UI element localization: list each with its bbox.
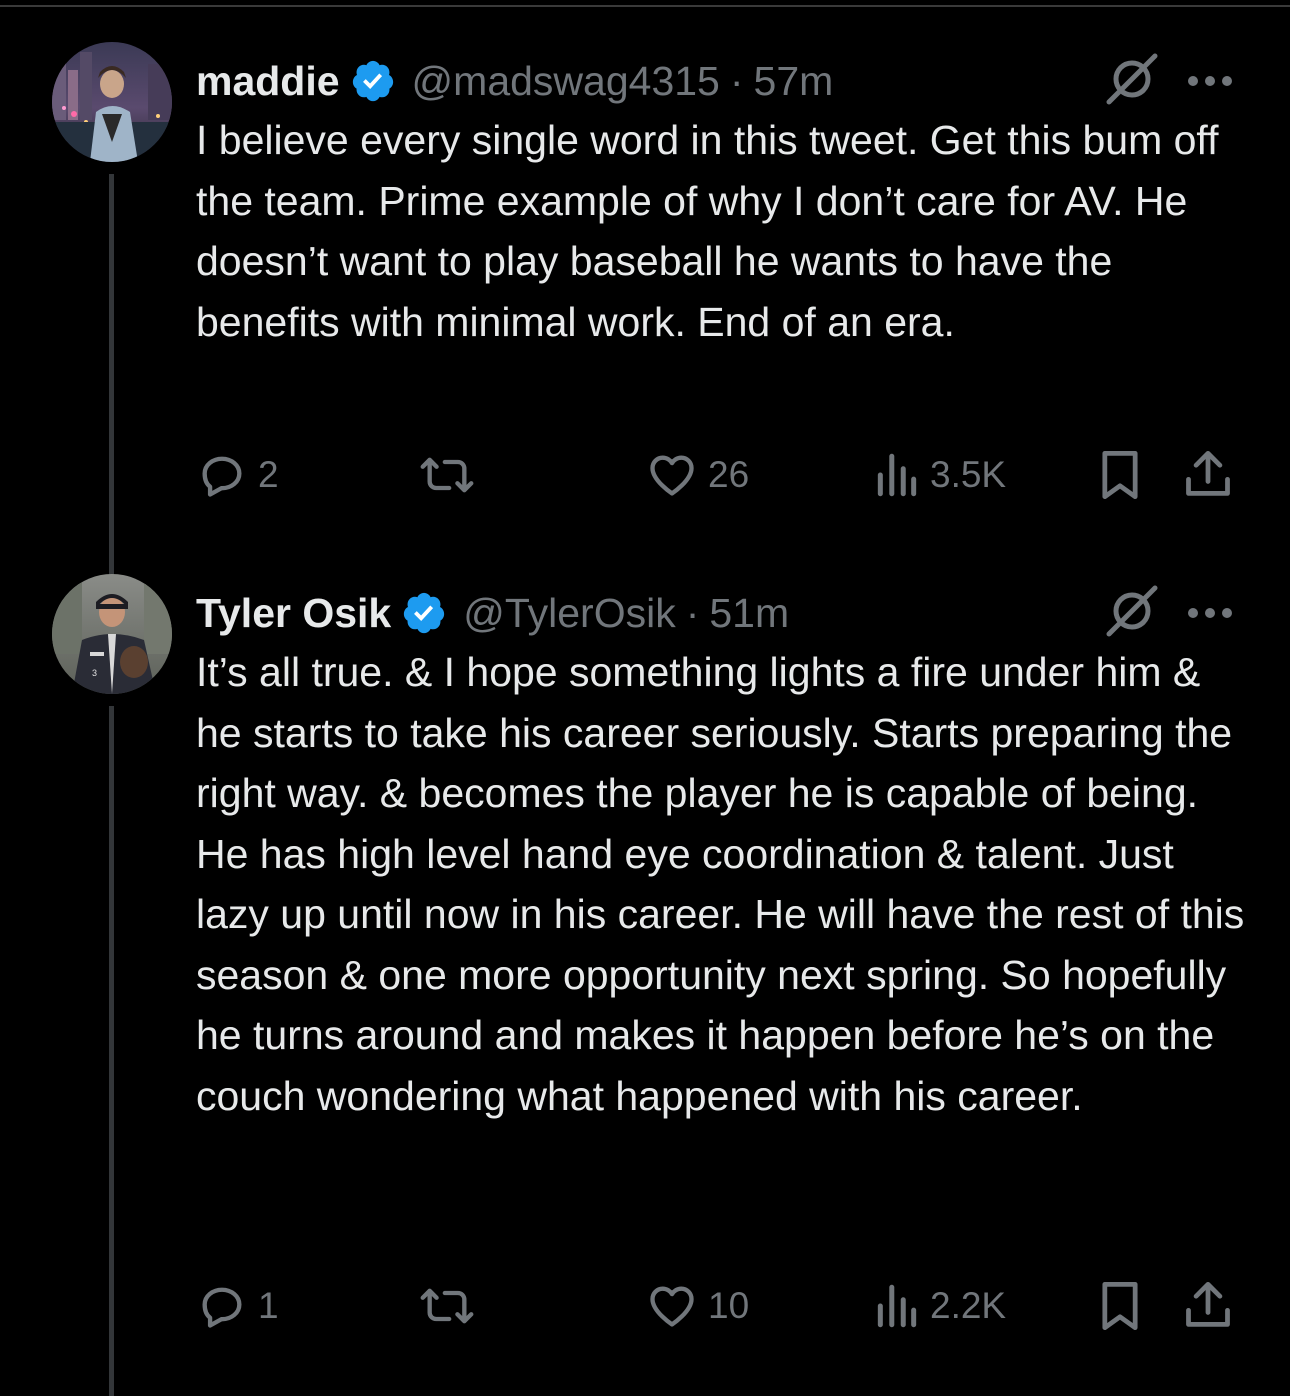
retweet-icon [418,1280,476,1332]
views-icon [874,450,920,500]
views-count: 2.2K [930,1285,1007,1326]
bookmark-button[interactable] [1098,445,1142,505]
verified-badge-icon [350,58,396,104]
share-icon [1184,449,1232,501]
views-count: 3.5K [930,454,1007,495]
share-icon [1184,1280,1232,1332]
tweet-text: It’s all true. & I hope something lights… [196,649,1245,1119]
more-icon[interactable] [1186,74,1234,88]
separator-dot: · [729,57,744,104]
thread-line [109,174,114,604]
retweet-icon [418,449,476,501]
avatar[interactable] [52,42,172,162]
tweet-actions: 2 26 3.5K [196,445,1256,505]
more-icon[interactable] [1186,606,1234,620]
like-button[interactable]: 10 [646,1276,749,1336]
separator-dot: · [685,589,700,636]
svg-text:3: 3 [92,668,97,678]
grok-icon[interactable] [1103,50,1161,108]
grok-icon[interactable] [1103,582,1161,640]
timestamp[interactable]: 57m [754,58,834,105]
avatar[interactable]: 3 [52,574,172,694]
bookmark-icon [1098,449,1142,501]
reply-button[interactable]: 2 [196,445,279,505]
display-name[interactable]: Tyler Osik [196,590,391,637]
reply-count: 2 [258,454,279,495]
user-handle[interactable]: @madswag4315 [412,58,720,105]
retweet-button[interactable] [418,445,486,505]
views-button[interactable]: 2.2K [874,1276,1006,1336]
verified-badge-icon [401,590,447,636]
user-handle[interactable]: @TylerOsik [463,590,675,637]
reply-button[interactable]: 1 [196,1276,279,1336]
retweet-button[interactable] [418,1276,486,1336]
bookmark-button[interactable] [1098,1276,1142,1336]
reply-icon [196,1280,248,1332]
like-icon [646,1280,698,1332]
bookmark-icon [1098,1280,1142,1332]
share-button[interactable] [1184,445,1232,505]
views-button[interactable]: 3.5K [874,445,1006,505]
top-divider [0,0,1290,7]
tweet-text: I believe every single word in this twee… [196,117,1219,345]
like-count: 10 [708,1285,750,1326]
tweet-header: Tyler Osik @TylerOsik · 51m [196,582,789,644]
share-button[interactable] [1184,1276,1232,1336]
display-name[interactable]: maddie [196,58,340,105]
timestamp[interactable]: 51m [709,590,789,637]
tweet-header: maddie @madswag4315 · 57m [196,50,833,112]
like-icon [646,449,698,501]
like-button[interactable]: 26 [646,445,749,505]
like-count: 26 [708,454,750,495]
reply-count: 1 [258,1285,279,1326]
thread-line [109,706,114,1396]
reply-icon [196,449,248,501]
tweet-actions: 1 10 2.2K [196,1276,1256,1336]
views-icon [874,1281,920,1331]
